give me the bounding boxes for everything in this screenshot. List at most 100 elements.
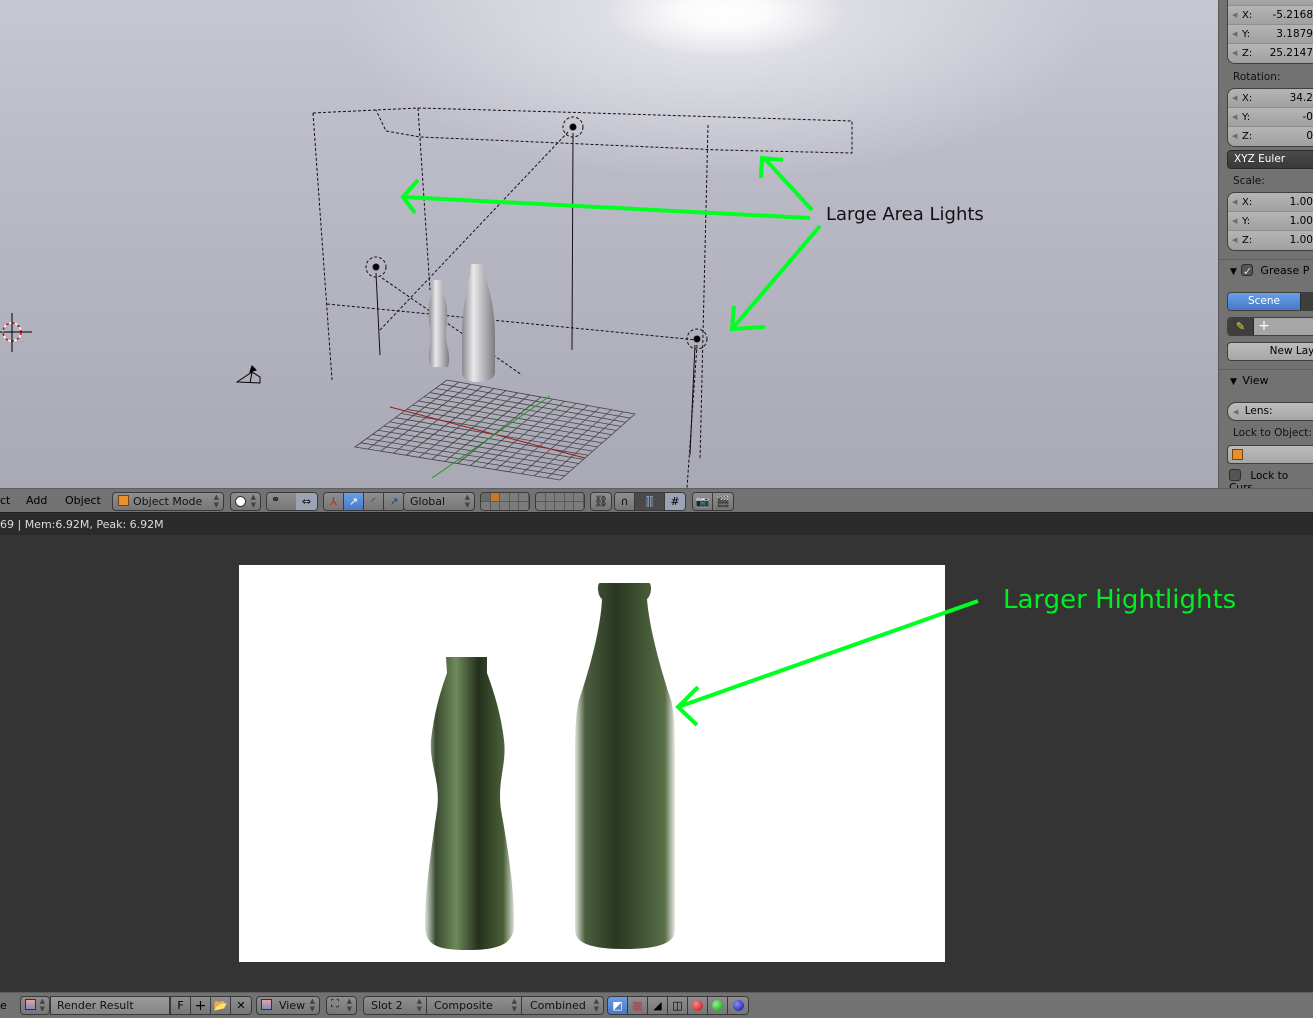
tab-scene[interactable]: Scene <box>1228 293 1300 310</box>
properties-panel: ◀ X: -5.2168 ◀ Y: 3.1879 ◀ Z: 25.2147 Rotation… <box>1218 0 1313 488</box>
viewport-bottle-small <box>428 280 450 367</box>
pencil-icon[interactable]: ✎ <box>1228 318 1254 335</box>
rotation-y-field[interactable]: ◀ Y: -0 <box>1228 108 1313 127</box>
translate-manipulator-icon[interactable]: ↗ <box>344 493 364 510</box>
opengl-render-icon[interactable]: 📷 <box>693 493 713 510</box>
layer-buttons-1[interactable] <box>480 492 530 511</box>
blue-channel-icon[interactable] <box>728 997 748 1014</box>
object-cube-icon <box>1232 449 1243 460</box>
lock-to-object-field[interactable] <box>1227 445 1313 464</box>
rotate-manipulator-icon[interactable]: ◜ <box>364 493 384 510</box>
grease-pencil-section-header[interactable]: ▼ Grease P <box>1219 259 1313 283</box>
rotation-fields: ◀ X: 34.2 ◀ Y: -0 ◀ Z: 0 <box>1227 88 1313 147</box>
image-editor[interactable]: Larger Hightlights <box>0 535 1313 992</box>
pivot-point-dropdown[interactable]: ⚭ ⇔ <box>266 492 318 511</box>
frame-selection-icon: ⛶ <box>331 997 339 1010</box>
new-layer-button[interactable]: New Lay <box>1227 342 1313 361</box>
large-area-lights-label: Large Area Lights <box>826 204 984 225</box>
collapse-triangle-icon: ▼ <box>1230 267 1237 277</box>
lock-to-object-label: Lock to Object: <box>1233 427 1312 439</box>
image-datablock-buttons: F + 📂 ✕ <box>170 996 252 1015</box>
render-buttons: 📷 🎬 <box>692 492 734 511</box>
render-stats-text: 69 | Mem:6.92M, Peak: 6.92M <box>0 518 164 531</box>
display-channels: ◩ ▦ ◢ ◫ <box>607 996 749 1015</box>
lock-to-cursor-checkbox[interactable] <box>1229 469 1241 481</box>
scale-fields: ◀ X: 1.00 ◀ Y: 1.00 ◀ Z: 1.00 <box>1227 192 1313 251</box>
location-y-field[interactable]: ◀ Y: 3.1879 <box>1228 25 1313 44</box>
snap-element-icon[interactable]: ⫿⫿ <box>635 493 665 510</box>
scale-label: Scale: <box>1233 175 1265 187</box>
open-image-icon[interactable]: 📂 <box>211 997 231 1014</box>
color-alpha-icon[interactable]: ◩ <box>608 997 628 1014</box>
snapping-controls: ∩ ⫿⫿ # <box>614 492 686 511</box>
image-browse-dropdown[interactable]: ▲ ▼ <box>20 996 50 1015</box>
3d-viewport[interactable]: Large Area Lights <box>0 0 1218 488</box>
slot-dropdown[interactable]: Slot 2 ▲ ▼ <box>363 996 427 1015</box>
lens-field[interactable]: ◀ Lens: <box>1227 402 1313 421</box>
new-image-icon[interactable]: + <box>191 997 211 1014</box>
location-x-field[interactable]: ◀ X: -5.2168 <box>1228 6 1313 25</box>
snap-magnet-icon[interactable]: ∩ <box>615 493 635 510</box>
scale-z-field[interactable]: ◀ Z: 1.00 <box>1228 231 1313 250</box>
viewport-shading-dropdown[interactable]: ▲ ▼ <box>230 492 261 511</box>
grease-pencil-title: Grease P <box>1260 264 1310 277</box>
scale-x-field[interactable]: ◀ X: 1.00 <box>1228 193 1313 212</box>
viewport-bottle-large <box>462 264 495 382</box>
location-z-field[interactable]: ◀ Z: 25.2147 <box>1228 44 1313 63</box>
lock-to-cursor-row[interactable]: Lock to Curs <box>1229 469 1313 488</box>
view-section-title: View <box>1242 374 1269 387</box>
menu-select[interactable]: ct <box>0 494 10 507</box>
snap-target-icon[interactable]: # <box>665 493 685 510</box>
grease-pencil-checkbox[interactable] <box>1240 261 1253 283</box>
manipulator-toggle-icon[interactable]: ⅄ <box>324 493 344 510</box>
tab-object[interactable] <box>1300 293 1313 310</box>
add-icon[interactable]: + <box>1254 318 1274 335</box>
rotation-x-field[interactable]: ◀ X: 34.2 <box>1228 89 1313 108</box>
draw-channels-dropdown[interactable]: ⛶ ▲ ▼ <box>326 996 357 1015</box>
fake-user-button[interactable]: F <box>171 997 191 1014</box>
layer-buttons-2[interactable] <box>535 492 585 511</box>
render-pass-dropdown[interactable]: Combined ▲ ▼ <box>521 996 604 1015</box>
alpha-checker-icon[interactable]: ▦ <box>628 997 648 1014</box>
scale-manipulator-icon[interactable]: ↗ <box>384 493 404 510</box>
updown-icon: ▲ ▼ <box>213 493 219 509</box>
unlink-image-icon[interactable]: ✕ <box>231 997 251 1014</box>
grease-pencil-datablock: ✎ + N <box>1227 317 1313 336</box>
grease-pencil-source-tabs: Scene <box>1227 292 1313 311</box>
render-layer-dropdown[interactable]: Composite ▲ ▼ <box>426 996 522 1015</box>
larger-highlights-label: Larger Hightlights <box>1003 585 1237 615</box>
collapse-triangle-icon: ▼ <box>1230 377 1237 387</box>
new-datablock-button[interactable]: N <box>1274 318 1313 335</box>
lock-layers-icon[interactable]: ⛓ <box>591 493 611 510</box>
solid-shading-icon <box>235 496 246 507</box>
z-buffer-icon[interactable]: ◢ <box>648 997 668 1014</box>
render-info-bar: 69 | Mem:6.92M, Peak: 6.92M <box>0 514 1313 535</box>
scene-wireframe <box>0 107 853 488</box>
3d-view-header: ct Add Object Object Mode ▲ ▼ ▲ ▼ ⚭ ⇔ ⅄ ↗ … <box>0 488 1313 513</box>
image-icon <box>25 999 36 1010</box>
rotation-label: Rotation: <box>1233 71 1281 83</box>
green-channel-icon[interactable] <box>708 997 728 1014</box>
menu-object[interactable]: Object <box>65 494 101 507</box>
camera-icon <box>235 365 261 384</box>
view-section-header[interactable]: ▼ View <box>1219 369 1313 391</box>
view-menu[interactable]: View ▲ ▼ <box>256 996 320 1015</box>
location-fields: ◀ X: -5.2168 ◀ Y: 3.1879 ◀ Z: 25.2147 <box>1227 0 1313 64</box>
image-editor-header: e ▲ ▼ Render Result F + 📂 ✕ View ▲ ▼ ⛶ ▲ ▼ … <box>0 992 1313 1018</box>
mode-dropdown[interactable]: Object Mode ▲ ▼ <box>112 492 224 511</box>
rotation-z-field[interactable]: ◀ Z: 0 <box>1228 127 1313 146</box>
opengl-animation-icon[interactable]: 🎬 <box>713 493 733 510</box>
rotation-mode-dropdown[interactable]: XYZ Euler <box>1227 150 1313 169</box>
transform-orientation-dropdown[interactable]: Global ▲ ▼ <box>403 492 475 511</box>
image-icon <box>261 999 272 1010</box>
red-channel-icon[interactable] <box>688 997 708 1014</box>
menu-image[interactable]: e <box>0 999 7 1012</box>
show-channels-icon[interactable]: ◫ <box>668 997 688 1014</box>
3d-cursor-icon <box>0 313 32 352</box>
manipulate-center-icon[interactable]: ⇔ <box>296 493 317 510</box>
menu-add[interactable]: Add <box>26 494 47 507</box>
scale-y-field[interactable]: ◀ Y: 1.00 <box>1228 212 1313 231</box>
floor-grid <box>353 379 636 481</box>
image-name-field[interactable]: Render Result <box>50 996 170 1015</box>
manipulator-toggles: ⅄ ↗ ◜ ↗ <box>323 492 405 511</box>
